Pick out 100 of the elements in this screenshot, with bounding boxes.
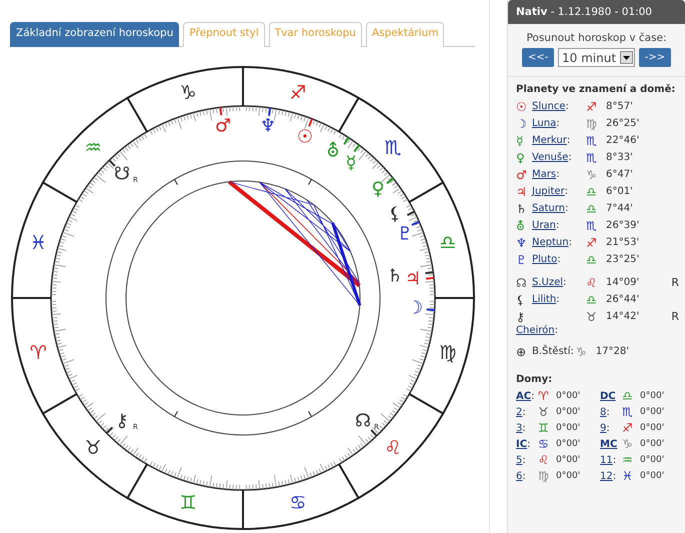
- colon: :: [564, 186, 568, 197]
- planet-marker: [354, 144, 360, 152]
- shift-label: Posunout horoskop v čase:: [525, 32, 668, 44]
- sign-icon: ♎: [586, 186, 606, 198]
- degree-text: 26°44': [606, 294, 640, 305]
- planet-link[interactable]: Venuše: [532, 152, 568, 163]
- sign-icon: ♏: [622, 406, 640, 418]
- time-step-select[interactable]: 10 minut: [558, 48, 635, 67]
- zodiac-sign-glyph: ♍: [439, 342, 456, 364]
- sign-icon: ♉: [538, 406, 556, 418]
- house-link[interactable]: 3: [516, 422, 522, 434]
- dropdown-icon[interactable]: [620, 51, 633, 64]
- planet-icon: ☉: [516, 100, 532, 112]
- sign-icon: ♉: [586, 310, 606, 322]
- planet-marker: [268, 108, 272, 116]
- sign-icon: ♌: [538, 454, 556, 466]
- fortune-label: B.Štěstí:: [532, 346, 574, 357]
- house-link[interactable]: IC: [516, 438, 528, 450]
- tab[interactable]: Základní zobrazení horoskopu: [10, 22, 180, 47]
- degree-text: 0°00': [640, 391, 664, 401]
- house-link[interactable]: 8: [600, 406, 606, 418]
- colon: :: [522, 454, 526, 466]
- planet-icon: ♂: [516, 168, 532, 180]
- planet-marker: [106, 426, 113, 434]
- house-link[interactable]: MC: [600, 438, 618, 450]
- house-link[interactable]: 5: [516, 454, 522, 466]
- degree-text: 22°46': [606, 135, 640, 146]
- colon: :: [612, 470, 616, 482]
- planet-link[interactable]: Neptun: [532, 237, 569, 248]
- degree-text: 8°33': [606, 152, 633, 163]
- degree-text: 8°57': [606, 101, 633, 112]
- sign-icon: ♊: [538, 422, 556, 434]
- colon: :: [556, 118, 560, 129]
- planet-marker: [426, 276, 434, 280]
- colon: :: [531, 390, 534, 402]
- house-link[interactable]: 11: [600, 454, 613, 466]
- colon: :: [606, 422, 610, 434]
- zodiac-sign-glyph: ♓: [30, 232, 47, 254]
- house-link[interactable]: AC: [516, 390, 532, 402]
- degree-text: 17°28': [596, 346, 629, 357]
- degree-text: 0°00': [556, 407, 580, 417]
- house-link[interactable]: 9: [600, 422, 606, 434]
- sign-icon: ♑: [622, 438, 640, 450]
- planet-link[interactable]: Jupiter: [532, 186, 565, 197]
- zodiac-sign-glyph: ♐: [289, 82, 306, 104]
- house-link[interactable]: 12: [600, 470, 613, 482]
- planet-marker: [108, 160, 116, 167]
- zodiac-sign-glyph: ♌: [384, 436, 402, 459]
- sign-icon: ♈: [538, 390, 556, 402]
- point-icon: ☊: [516, 276, 532, 288]
- sign-icon: ♑: [586, 168, 606, 180]
- sign-icon: ♏: [586, 220, 606, 232]
- sign-icon: ♏: [586, 152, 606, 164]
- degree-text: 0°00': [556, 471, 580, 481]
- planet-marker: [386, 178, 394, 184]
- degree-text: 0°00': [640, 455, 664, 465]
- house-link[interactable]: 6: [516, 470, 522, 482]
- sign-icon: ♍: [538, 470, 556, 482]
- colon: :: [606, 406, 610, 418]
- point-link[interactable]: Cheirón: [516, 325, 555, 339]
- planet-link[interactable]: Merkur: [532, 135, 567, 146]
- point-link[interactable]: Lilith: [532, 294, 556, 305]
- colon: :: [565, 203, 568, 214]
- colon: :: [556, 169, 560, 180]
- forward-button[interactable]: ->>: [639, 48, 671, 67]
- planet-link[interactable]: Mars: [532, 169, 556, 180]
- degree-text: 0°00': [640, 471, 664, 481]
- sign-icon: ♍: [586, 118, 606, 130]
- sign-icon: ♎: [586, 294, 606, 306]
- house-link[interactable]: 2: [516, 406, 522, 418]
- zodiac-sign-glyph: ♋: [289, 492, 306, 514]
- planet-link[interactable]: Pluto: [532, 254, 558, 265]
- back-button[interactable]: <<-: [522, 48, 554, 67]
- degree-text: 14°42': [606, 311, 640, 322]
- degree-text: 6°47': [606, 169, 633, 180]
- zodiac-sign-glyph: ♎: [439, 232, 456, 254]
- degree-text: 0°00': [556, 391, 580, 401]
- planet-glyph: ☋: [114, 164, 130, 184]
- degree-text: 21°53': [606, 237, 640, 248]
- planet-link[interactable]: Saturn: [532, 203, 566, 214]
- planet-marker: [426, 308, 435, 311]
- degree-text: 0°00': [640, 439, 664, 449]
- sign-icon: ♎: [586, 254, 606, 266]
- colon: :: [522, 422, 526, 434]
- planet-link[interactable]: Luna: [532, 118, 556, 129]
- house-link[interactable]: DC: [600, 390, 616, 402]
- degree-text: 0°00': [556, 455, 580, 465]
- planet-glyph: ♄: [386, 266, 404, 286]
- planet-link[interactable]: Uran: [532, 220, 556, 231]
- planet-glyph: ☿: [345, 152, 357, 174]
- planet-icon: ⛢: [516, 220, 532, 232]
- planet-glyph: ⚸: [388, 204, 402, 224]
- degree-text: 23°25': [606, 254, 640, 265]
- planet-icon: ☿: [516, 134, 532, 146]
- fortune-icon: ⊕: [516, 346, 532, 358]
- planet-link[interactable]: Slunce: [532, 101, 566, 112]
- colon: :: [522, 406, 526, 418]
- planet-glyph: ♇: [396, 224, 414, 244]
- zodiac-sign-glyph: ♊: [180, 492, 197, 514]
- point-link[interactable]: S.Uzel: [532, 277, 564, 288]
